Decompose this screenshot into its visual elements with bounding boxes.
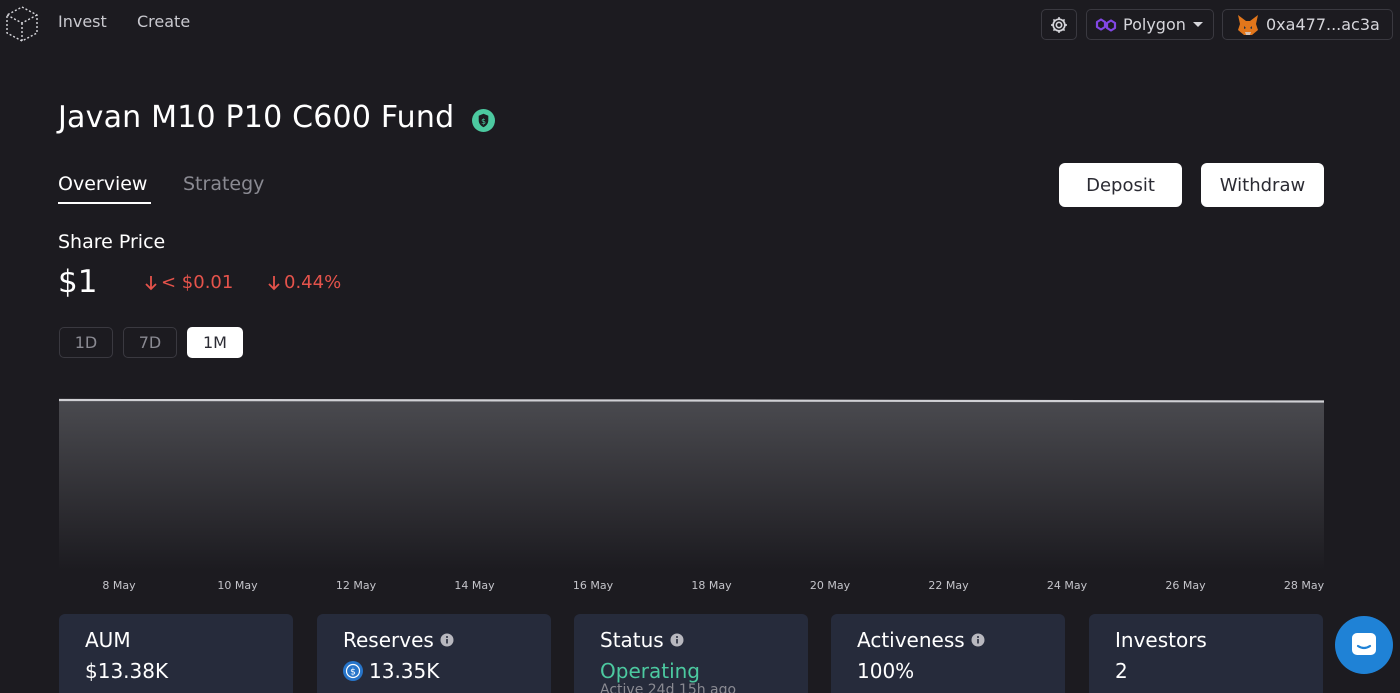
- withdraw-button[interactable]: Withdraw: [1201, 163, 1324, 207]
- x-tick-label: 16 May: [573, 579, 614, 592]
- gear-icon: [1051, 16, 1067, 33]
- network-label: Polygon: [1123, 15, 1186, 34]
- share-price-value: $1: [58, 264, 98, 300]
- stat-label-row: Status: [600, 628, 684, 652]
- svg-text:$: $: [481, 117, 486, 126]
- arrow-down-icon: [268, 275, 280, 290]
- share-price-label: Share Price: [58, 231, 166, 253]
- x-tick-label: 10 May: [217, 579, 258, 592]
- wallet-button[interactable]: 0xa477...ac3a: [1222, 9, 1393, 40]
- stat-subtext: Active 24d 15h ago: [600, 682, 737, 693]
- x-tick-label: 28 May: [1284, 579, 1325, 592]
- stat-value-row: $ 13.35K: [343, 659, 439, 683]
- chart-x-axis: 8 May 10 May 12 May 14 May 16 May 18 May 20 Ma…: [102, 579, 1324, 592]
- price-change-absolute: < $0.01: [144, 272, 233, 293]
- stat-value: Operating: [600, 659, 700, 683]
- svg-text:$: $: [350, 668, 356, 678]
- x-tick-label: 24 May: [1047, 579, 1088, 592]
- active-tab-indicator: [58, 202, 151, 204]
- info-icon[interactable]: [440, 633, 454, 647]
- polygon-icon: [1095, 17, 1117, 32]
- x-tick-label: 18 May: [691, 579, 732, 592]
- period-7d-button[interactable]: 7D: [123, 327, 177, 358]
- usdc-coin-icon: $: [343, 661, 363, 681]
- stat-label: AUM: [85, 628, 131, 652]
- chat-icon: [1352, 633, 1376, 655]
- stat-label-row: Activeness: [857, 628, 985, 652]
- app-root: Invest Create Polygon 0xa477...ac3a Java…: [0, 0, 1400, 693]
- verified-shield-icon: $: [472, 109, 495, 132]
- metamask-fox-icon: [1238, 14, 1258, 35]
- stat-value: $13.38K: [85, 659, 169, 683]
- x-tick-label: 26 May: [1165, 579, 1206, 592]
- share-price-chart[interactable]: 8 May 10 May 12 May 14 May 16 May 18 May 20 Ma…: [0, 380, 1400, 600]
- period-1m-button[interactable]: 1M: [187, 327, 243, 358]
- stat-label-row: Reserves: [343, 628, 454, 652]
- top-nav: Invest Create Polygon 0xa477...ac3a: [0, 0, 1400, 48]
- chart-area-fill: [59, 400, 1324, 570]
- stat-value: 13.35K: [369, 659, 440, 683]
- x-tick-label: 22 May: [928, 579, 969, 592]
- arrow-down-icon: [145, 275, 157, 290]
- price-change-absolute-value: < $0.01: [161, 272, 234, 293]
- info-icon[interactable]: [971, 633, 985, 647]
- fund-title: Javan M10 P10 C600 Fund: [58, 100, 455, 135]
- support-chat-button[interactable]: [1335, 616, 1393, 674]
- nav-invest-link[interactable]: Invest: [58, 12, 107, 31]
- x-tick-label: 12 May: [336, 579, 377, 592]
- stat-card-status: Status Operating Active 24d 15h ago: [574, 614, 808, 693]
- stat-card-aum: AUM $13.38K: [59, 614, 293, 693]
- stat-label: Investors: [1115, 628, 1207, 652]
- x-tick-label: 14 May: [454, 579, 495, 592]
- info-icon[interactable]: [670, 633, 684, 647]
- x-tick-label: 8 May: [102, 579, 136, 592]
- price-change-percent-value: 0.44%: [284, 272, 342, 293]
- logo-cube-icon[interactable]: [4, 5, 40, 43]
- settings-button[interactable]: [1041, 9, 1077, 40]
- stat-label: Status: [600, 628, 664, 652]
- tab-overview[interactable]: Overview: [58, 173, 147, 195]
- period-1d-button[interactable]: 1D: [59, 327, 113, 358]
- stat-value: 100%: [857, 659, 915, 683]
- stat-value: 2: [1115, 659, 1128, 683]
- nav-create-link[interactable]: Create: [137, 12, 190, 31]
- chevron-down-icon: [1192, 22, 1203, 27]
- stat-card-investors: Investors 2: [1089, 614, 1323, 693]
- network-selector[interactable]: Polygon: [1086, 9, 1214, 40]
- deposit-button[interactable]: Deposit: [1059, 163, 1182, 207]
- tab-strategy[interactable]: Strategy: [183, 173, 264, 195]
- x-tick-label: 20 May: [810, 579, 851, 592]
- stat-card-reserves: Reserves $ 13.35K: [317, 614, 551, 693]
- stat-label: Activeness: [857, 628, 965, 652]
- price-change-percent: 0.44%: [267, 272, 341, 293]
- stat-label: Reserves: [343, 628, 434, 652]
- stat-card-activeness: Activeness 100%: [831, 614, 1065, 693]
- wallet-address: 0xa477...ac3a: [1266, 15, 1380, 34]
